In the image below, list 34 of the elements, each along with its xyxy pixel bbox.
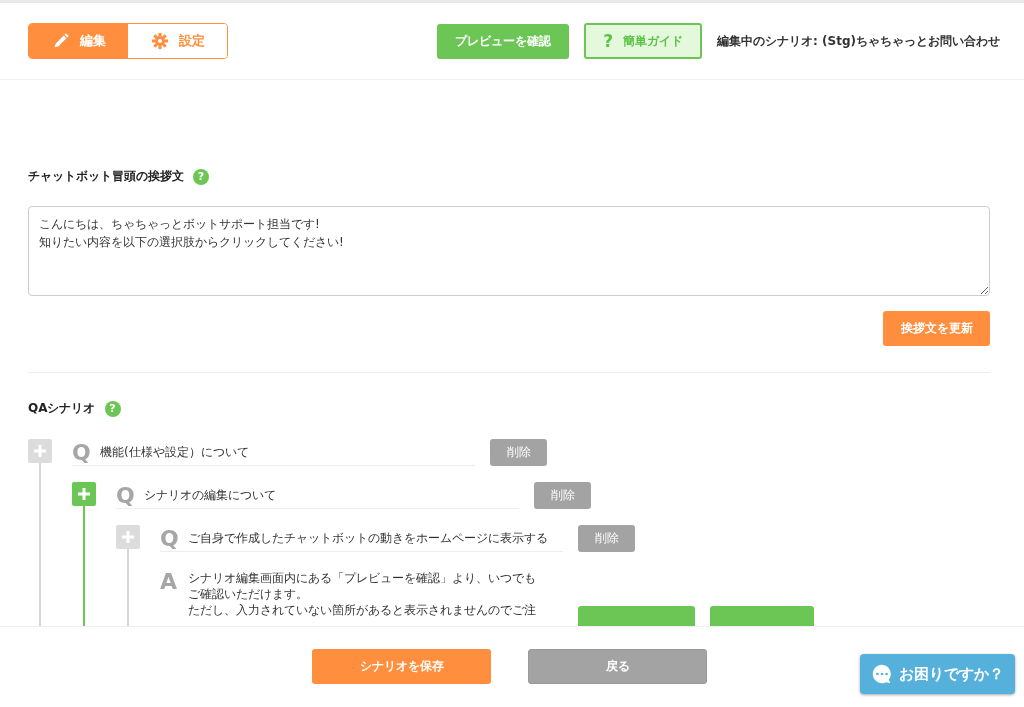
help-icon[interactable]: ?: [193, 168, 209, 185]
answer-marker: A: [160, 569, 179, 594]
help-icon[interactable]: ?: [104, 400, 121, 417]
answer-text: ただし、入力されていない箇所があると表示されませんのでご注: [188, 602, 537, 618]
delete-button[interactable]: 削除: [534, 482, 591, 509]
question-marker: Q: [160, 525, 180, 551]
scenario-name: 編集中のシナリオ: (Stg)ちゃちゃっとお問い合わせ: [717, 32, 1000, 50]
guide-button[interactable]: ? 簡単ガイド: [584, 23, 703, 59]
plus-icon: [32, 443, 48, 459]
section-title: チャットボット冒頭の挨拶文: [28, 168, 184, 185]
answer-text: シナリオ編集画面内にある「プレビューを確認」より、いつでも: [188, 570, 537, 586]
question-text: ご自身で作成したチャットボットの動きをホームページに表示する: [188, 529, 548, 547]
expand-button[interactable]: [28, 439, 52, 463]
expand-button[interactable]: [72, 482, 96, 506]
preview-button[interactable]: プレビューを確認: [437, 23, 570, 59]
question-marker: Q: [116, 482, 136, 508]
tab[interactable]: 編集: [29, 24, 128, 58]
help-button[interactable]: お困りですか？: [860, 654, 1015, 694]
question-text: シナリオの編集について: [144, 486, 276, 504]
update-button[interactable]: 挨拶文を更新: [883, 311, 990, 346]
plus-icon: [76, 486, 92, 502]
expand-button[interactable]: [116, 525, 140, 549]
chat-icon: [871, 663, 893, 685]
greeting-field[interactable]: こんにちは、ちゃちゃっとボットサポート担当です! 知りたい内容を以下の選択肢からクリックしてください!: [28, 206, 990, 296]
gear-icon: [150, 32, 169, 50]
answer-text: ご確認いただけます。: [188, 586, 309, 602]
section-title: QAシナリオ: [28, 400, 96, 417]
question-marker: Q: [72, 439, 92, 465]
delete-button[interactable]: 削除: [578, 525, 635, 552]
plus-icon: [120, 529, 136, 545]
delete-button[interactable]: 削除: [490, 439, 547, 466]
save-button[interactable]: シナリオを保存: [312, 649, 491, 684]
back-button[interactable]: 戻る: [528, 649, 707, 684]
question-text: 機能(仕様や設定）について: [100, 443, 249, 461]
